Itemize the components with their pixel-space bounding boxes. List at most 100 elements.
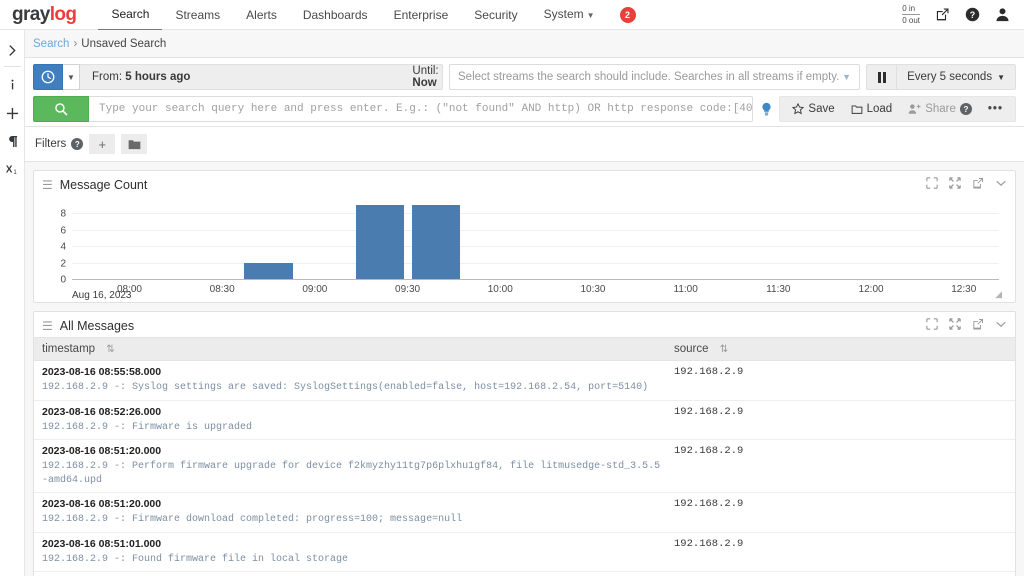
time-range-display[interactable]: From: 5 hours ago Until: Now — [80, 64, 443, 90]
message-count-widget: ☰ Message Count 0 2 4 6 8 08:00 08:30 09… — [33, 170, 1016, 303]
graylog-logo[interactable]: graylog — [12, 4, 77, 25]
filters-help-icon[interactable]: ? — [71, 138, 84, 150]
search-submit-button[interactable] — [33, 96, 89, 122]
row-message: 192.168.2.9 -: Syslog settings are saved… — [42, 382, 649, 393]
table-cell-source: 192.168.2.9 — [674, 405, 744, 418]
edit-icon[interactable] — [934, 7, 950, 23]
message-count-chart: 02468 08:00 08:30 09:00 09:30 10:00 10:30 11:0… — [44, 198, 1005, 302]
row-timestamp: 2023-08-16 08:51:20.000 — [42, 498, 162, 510]
save-button[interactable]: Save — [784, 96, 842, 122]
drag-handle-icon[interactable]: ☰ — [42, 179, 53, 191]
fullscreen-widget-icon[interactable] — [949, 177, 961, 192]
move-widget-icon[interactable] — [926, 318, 938, 333]
chart-bar[interactable] — [412, 205, 461, 279]
search-bar-row-two: Type your search query here and press en… — [33, 96, 1016, 122]
column-header-source[interactable]: source ⇅ — [666, 337, 1015, 361]
table-cell-source: 192.168.2.9 — [674, 445, 744, 457]
edit-widget-icon[interactable] — [972, 318, 984, 333]
share-button[interactable]: Share ? — [900, 96, 980, 122]
widget-resize-handle[interactable]: ◢ — [995, 289, 1002, 300]
nav-item-search[interactable]: Search — [98, 0, 163, 30]
table-row[interactable]: 2023-08-16 08:55:58.000 192.168.2.9 -: Sy… — [34, 361, 1015, 401]
chart-y-tick: 4 — [60, 241, 66, 253]
chart-date-label: Aug 16, 2023 — [72, 290, 132, 301]
row-timestamp: 2023-08-16 08:55:58.000 — [42, 366, 162, 378]
filters-text: Filters — [35, 138, 67, 150]
search-bar-row-one: ▼ From: 5 hours ago Until: Now Select st… — [33, 64, 1016, 90]
time-range-until: Until: Now — [412, 65, 438, 89]
fullscreen-widget-icon[interactable] — [949, 318, 961, 333]
chart-plot-area: 02468 08:00 08:30 09:00 09:30 10:00 10:30 11:0… — [60, 202, 999, 295]
more-actions-button[interactable]: ••• — [980, 96, 1011, 122]
add-filter-button[interactable]: + — [89, 134, 116, 154]
sort-icon[interactable]: ⇅ — [106, 344, 114, 355]
notification-badge[interactable]: 2 — [619, 6, 636, 23]
top-navigation-bar: graylog Search Streams Alerts Dashboards… — [0, 0, 1024, 30]
nav-item-alerts[interactable]: Alerts — [233, 0, 290, 30]
chart-bar[interactable] — [244, 262, 293, 279]
nav-item-security[interactable]: Security — [461, 0, 530, 30]
chart-x-tick: 12:30 — [951, 284, 977, 295]
table-row[interactable]: 2023-08-16 08:51:01.000192.168.2.9 -: pa… — [34, 572, 1015, 576]
help-icon[interactable]: ? — [964, 7, 980, 23]
move-widget-icon[interactable] — [926, 177, 938, 192]
refresh-interval-dropdown[interactable]: Every 5 seconds ▼ — [896, 64, 1016, 90]
chart-gridline — [72, 262, 999, 264]
nav-item-enterprise[interactable]: Enterprise — [381, 0, 462, 30]
row-timestamp: 2023-08-16 08:52:26.000 — [42, 405, 162, 418]
nav-item-system[interactable]: System ▼ — [531, 0, 608, 31]
time-range-dropdown-toggle[interactable]: ▼ — [63, 64, 80, 90]
refresh-pause-button[interactable] — [866, 64, 897, 90]
message-count-widget-tools — [926, 177, 1007, 192]
logo-log: log — [49, 4, 77, 25]
plus-icon[interactable] — [0, 99, 25, 127]
load-button[interactable]: Load — [843, 96, 901, 122]
table-row[interactable]: 2023-08-16 08:51:01.000 192.168.2.9 -: Fo… — [34, 532, 1015, 572]
pilcrow-icon[interactable] — [0, 127, 25, 155]
edit-widget-icon[interactable] — [972, 177, 984, 192]
logo-gray: gray — [12, 4, 50, 25]
nav-label: Alerts — [246, 7, 277, 22]
chart-x-tick: 09:00 — [302, 284, 328, 295]
table-cell-timestamp-message: 2023-08-16 08:55:58.000 192.168.2.9 -: Sy… — [34, 361, 666, 401]
search-query-input[interactable]: Type your search query here and press en… — [89, 96, 754, 122]
table-cell-source: 192.168.2.9 — [674, 366, 744, 378]
row-message: 192.168.2.9 -: Perform firmware upgrade … — [42, 461, 661, 486]
user-avatar-icon[interactable] — [994, 7, 1010, 23]
stream-selector-placeholder: Select streams the search should include… — [458, 71, 840, 83]
drag-handle-icon[interactable]: ☰ — [42, 320, 53, 332]
fields-x1-icon[interactable]: X1 — [0, 155, 25, 183]
share-help-icon[interactable]: ? — [959, 103, 972, 115]
table-row[interactable]: 2023-08-16 08:51:20.000 192.168.2.9 -: Pe… — [34, 440, 1015, 493]
nav-item-dashboards[interactable]: Dashboards — [290, 0, 381, 30]
chart-bar[interactable] — [355, 205, 404, 279]
info-icon[interactable] — [0, 71, 25, 99]
main-content: Search › Unsaved Search ▼ From: 5 hours ag… — [25, 30, 1024, 576]
svg-text:?: ? — [969, 10, 974, 20]
nav-label: Streams — [175, 7, 221, 22]
breadcrumb-current: Unsaved Search — [81, 38, 167, 50]
all-messages-widget: ☰ All Messages timestamp ⇅ source ⇅ 2023… — [33, 311, 1016, 576]
time-range-clock-button[interactable] — [33, 64, 63, 90]
breadcrumb-root-link[interactable]: Search — [33, 38, 69, 50]
collapse-widget-icon[interactable] — [995, 177, 1007, 192]
search-query-placeholder: Type your search query here and press en… — [99, 103, 754, 115]
query-hint-bulb-icon[interactable] — [753, 96, 779, 122]
chart-x-axis — [72, 279, 999, 280]
message-count-widget-header: ☰ Message Count — [34, 171, 1015, 196]
all-messages-widget-header: ☰ All Messages — [34, 312, 1015, 337]
nav-item-streams[interactable]: Streams — [162, 0, 233, 30]
chevron-down-icon: ▼ — [586, 10, 595, 20]
refresh-interval-label: Every 5 seconds — [907, 71, 993, 83]
table-cell-timestamp-message: 2023-08-16 08:51:20.000 192.168.2.9 -: Pe… — [34, 440, 666, 493]
table-row[interactable]: 2023-08-16 08:52:26.000 192.168.2.9 -: Fi… — [34, 400, 1015, 440]
collapse-widget-icon[interactable] — [995, 318, 1007, 333]
filter-folder-button[interactable] — [121, 134, 148, 154]
chart-gridline — [72, 213, 999, 215]
sort-icon[interactable]: ⇅ — [720, 344, 728, 355]
chart-x-tick: 08:30 — [209, 284, 235, 295]
column-header-timestamp[interactable]: timestamp ⇅ — [34, 337, 666, 361]
table-row[interactable]: 2023-08-16 08:51:20.000 192.168.2.9 -: Fi… — [34, 493, 1015, 532]
stream-selector[interactable]: Select streams the search should include… — [449, 64, 861, 90]
chevron-right-icon[interactable] — [0, 36, 25, 64]
